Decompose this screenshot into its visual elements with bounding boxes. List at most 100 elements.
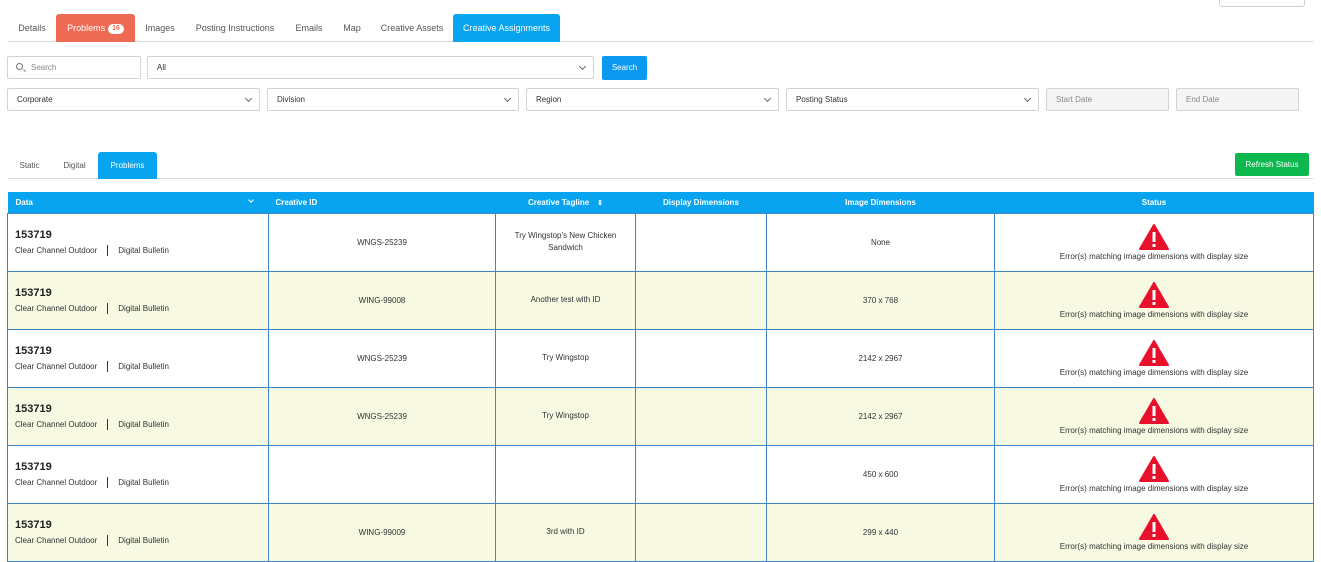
display-dimensions-cell <box>635 328 767 388</box>
row-media: Digital Bulletin <box>118 245 169 255</box>
data-cell: 153719 Clear Channel Outdoor Digital Bull… <box>7 212 269 272</box>
tab-posting-instructions[interactable]: Posting Instructions <box>185 14 285 42</box>
table-row[interactable]: 153719 Clear Channel Outdoor Digital Bull… <box>7 270 1314 330</box>
tab-images[interactable]: Images <box>135 14 185 42</box>
tab-label: Details <box>18 23 46 33</box>
creative-id-cell: WNGS-25239 <box>268 212 496 272</box>
header-data[interactable]: Data <box>7 192 269 213</box>
image-dimensions-cell: 2142 x 2967 <box>766 386 995 446</box>
row-media: Digital Bulletin <box>118 477 169 487</box>
image-dimensions-cell: 2142 x 2967 <box>766 328 995 388</box>
tab-emails[interactable]: Emails <box>285 14 333 42</box>
row-vendor: Clear Channel Outdoor <box>15 303 98 313</box>
display-dimensions-cell <box>635 386 767 446</box>
header-display-dimensions-label: Display Dimensions <box>662 197 740 207</box>
data-cell: 153719 Clear Channel Outdoor Digital Bull… <box>7 328 269 388</box>
header-display-dimensions: Display Dimensions <box>635 192 767 213</box>
table-row[interactable]: 153719 Clear Channel Outdoor Digital Bull… <box>7 212 1314 272</box>
creative-id-cell: WING-99008 <box>268 270 496 330</box>
subtab-label: Digital <box>63 161 86 170</box>
row-vendor: Clear Channel Outdoor <box>15 419 98 429</box>
status-cell: Error(s) matching image dimensions with … <box>994 444 1314 504</box>
warning-triangle-icon <box>1139 513 1169 540</box>
table-row[interactable]: 153719 Clear Channel Outdoor Digital Bull… <box>7 502 1314 562</box>
divider <box>107 360 109 372</box>
sort-icon: ⇕ <box>597 199 604 207</box>
row-id: 153719 <box>15 228 52 241</box>
status-text: Error(s) matching image dimensions with … <box>1059 309 1249 319</box>
data-cell: 153719 Clear Channel Outdoor Digital Bull… <box>7 444 269 504</box>
tab-problems[interactable]: Problems 16 <box>56 14 135 42</box>
chevron-down-icon <box>503 94 512 103</box>
header-status-label: Status <box>1141 197 1167 207</box>
posting-status-select[interactable]: Posting Status <box>786 88 1039 111</box>
end-date-field[interactable]: End Date <box>1176 88 1299 111</box>
row-vendor: Clear Channel Outdoor <box>15 361 98 371</box>
region-select[interactable]: Region <box>526 88 779 111</box>
chevron-down-icon <box>578 62 587 71</box>
table-row[interactable]: 153719 Clear Channel Outdoor Digital Bull… <box>7 328 1314 388</box>
tagline-text: Try Wingstop <box>542 353 589 362</box>
tab-label: Creative Assets <box>380 23 444 33</box>
tab-creative-assets[interactable]: Creative Assets <box>371 14 453 42</box>
corporate-select[interactable]: Corporate <box>7 88 260 111</box>
chevron-down-icon <box>247 197 254 203</box>
warning-triangle-icon <box>1139 339 1169 366</box>
status-cell: Error(s) matching image dimensions with … <box>994 386 1314 446</box>
image-dimensions-cell: 299 x 440 <box>766 502 995 562</box>
status-text: Error(s) matching image dimensions with … <box>1059 251 1249 261</box>
tab-label: Problems <box>67 23 106 33</box>
posting-status-select-value: Posting Status <box>796 95 848 104</box>
problems-count-badge: 16 <box>108 24 124 34</box>
warning-triangle-icon <box>1139 281 1169 308</box>
header-status: Status <box>994 192 1314 213</box>
divider <box>107 418 109 430</box>
warning-triangle-icon <box>1139 455 1169 482</box>
creative-id-cell: WNGS-25239 <box>268 328 496 388</box>
start-date-field[interactable]: Start Date <box>1046 88 1169 111</box>
image-dimensions-cell: 450 x 600 <box>766 444 995 504</box>
tagline-text: Try Wingstop <box>542 411 589 420</box>
data-cell: 153719 Clear Channel Outdoor Digital Bull… <box>7 502 269 562</box>
row-id: 153719 <box>15 460 52 473</box>
tab-label: Creative Assignments <box>462 23 551 33</box>
refresh-status-button[interactable]: Refresh Status <box>1235 153 1309 176</box>
table-row[interactable]: 153719 Clear Channel Outdoor Digital Bull… <box>7 444 1314 504</box>
table-row[interactable]: 153719 Clear Channel Outdoor Digital Bull… <box>7 386 1314 446</box>
tagline-cell: Try Wingstop <box>495 386 636 446</box>
search-icon <box>16 63 23 70</box>
tab-creative-assignments[interactable]: Creative Assignments <box>453 14 560 42</box>
all-select[interactable]: All <box>147 56 594 79</box>
header-image-dimensions: Image Dimensions <box>766 192 995 213</box>
subtab-static[interactable]: Static <box>8 152 51 179</box>
row-vendor: Clear Channel Outdoor <box>15 245 98 255</box>
chevron-down-icon <box>244 94 253 103</box>
search-input[interactable]: Search <box>7 56 141 79</box>
display-dimensions-cell <box>635 270 767 330</box>
image-dimensions-cell: None <box>766 212 995 272</box>
divider <box>107 302 109 314</box>
tagline-cell: 3rd with ID <box>495 502 636 562</box>
status-text: Error(s) matching image dimensions with … <box>1059 425 1249 435</box>
row-media: Digital Bulletin <box>118 303 169 313</box>
tab-details[interactable]: Details <box>8 14 56 42</box>
divider <box>107 244 109 256</box>
search-button[interactable]: Search <box>602 56 647 80</box>
tab-label: Emails <box>295 23 323 33</box>
header-creative-id-label: Creative ID <box>275 197 318 207</box>
search-placeholder: Search <box>31 63 57 72</box>
display-dimensions-cell <box>635 444 767 504</box>
warning-triangle-icon <box>1139 223 1169 250</box>
division-select[interactable]: Division <box>267 88 519 111</box>
subtab-digital[interactable]: Digital <box>51 152 98 179</box>
header-creative-tagline-label: Creative Tagline <box>527 197 590 207</box>
subtab-problems[interactable]: Problems <box>98 152 157 179</box>
top-right-button[interactable] <box>1219 0 1305 7</box>
chevron-down-icon <box>763 94 772 103</box>
row-media: Digital Bulletin <box>118 419 169 429</box>
row-media: Digital Bulletin <box>118 361 169 371</box>
header-creative-tagline[interactable]: Creative Tagline ⇕ <box>495 192 636 213</box>
header-creative-id: Creative ID <box>268 192 496 213</box>
top-tabs: Details Problems 16 Images Posting Instru… <box>8 14 1313 42</box>
tab-map[interactable]: Map <box>333 14 371 42</box>
